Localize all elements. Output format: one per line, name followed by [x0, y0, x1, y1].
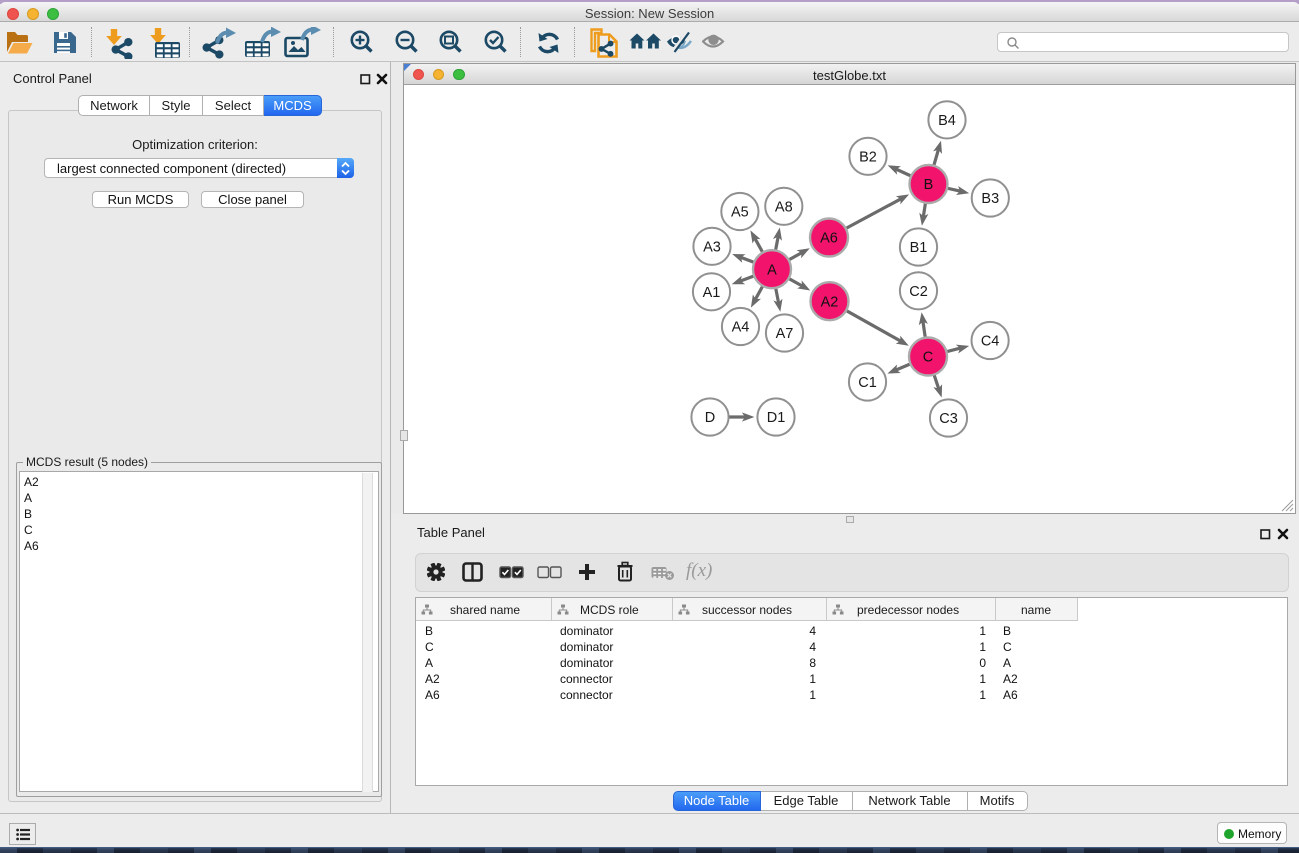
svg-text:C: C	[923, 350, 933, 366]
svg-text:B3: B3	[981, 191, 999, 207]
svg-text:B4: B4	[938, 113, 956, 129]
svg-text:D: D	[705, 410, 715, 426]
svg-text:C2: C2	[909, 284, 928, 300]
svg-text:A5: A5	[731, 205, 749, 221]
svg-text:B1: B1	[910, 240, 928, 256]
svg-text:D1: D1	[767, 410, 786, 426]
svg-text:B2: B2	[859, 149, 877, 165]
svg-text:A2: A2	[821, 294, 839, 310]
svg-text:A: A	[767, 262, 777, 278]
svg-text:B: B	[924, 177, 934, 193]
svg-text:C1: C1	[858, 375, 877, 391]
svg-text:A6: A6	[820, 231, 838, 247]
svg-text:C3: C3	[939, 411, 958, 427]
svg-text:A4: A4	[732, 320, 750, 336]
svg-text:A3: A3	[703, 239, 721, 255]
svg-text:C4: C4	[981, 334, 1000, 350]
svg-text:A1: A1	[703, 285, 721, 301]
svg-text:A7: A7	[776, 326, 794, 342]
svg-text:A8: A8	[775, 199, 793, 215]
